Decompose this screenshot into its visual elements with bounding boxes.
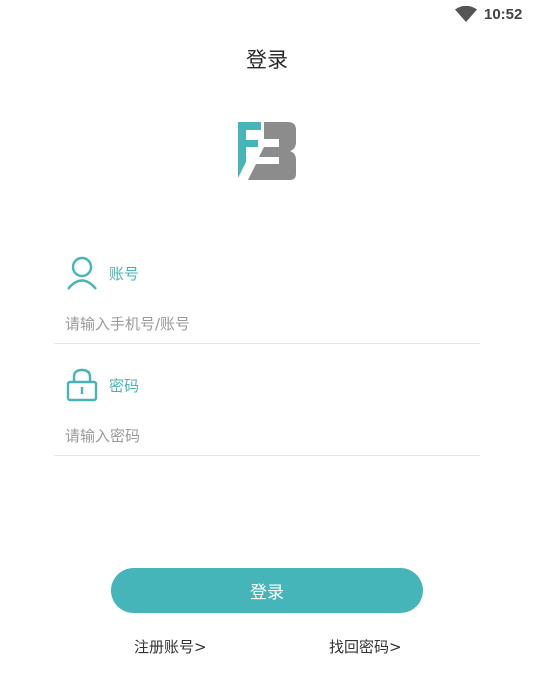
- user-icon: [67, 256, 97, 290]
- password-label-row: 密码: [66, 368, 139, 402]
- page-title: 登录: [246, 48, 288, 72]
- fb-logo-icon: [238, 122, 296, 180]
- password-label: 密码: [109, 376, 140, 395]
- login-button[interactable]: 登录: [111, 568, 423, 613]
- account-input[interactable]: [54, 304, 480, 344]
- account-label-row: 账号: [66, 256, 139, 290]
- account-label: 账号: [109, 264, 140, 283]
- lock-icon: [66, 368, 98, 402]
- wifi-icon: [455, 6, 477, 22]
- status-time: 10:52: [484, 6, 523, 23]
- forgot-password-link[interactable]: 找回密码>: [329, 636, 402, 657]
- register-link[interactable]: 注册账号>: [134, 636, 207, 657]
- status-bar: 10:52: [0, 0, 534, 30]
- password-input[interactable]: [54, 416, 480, 456]
